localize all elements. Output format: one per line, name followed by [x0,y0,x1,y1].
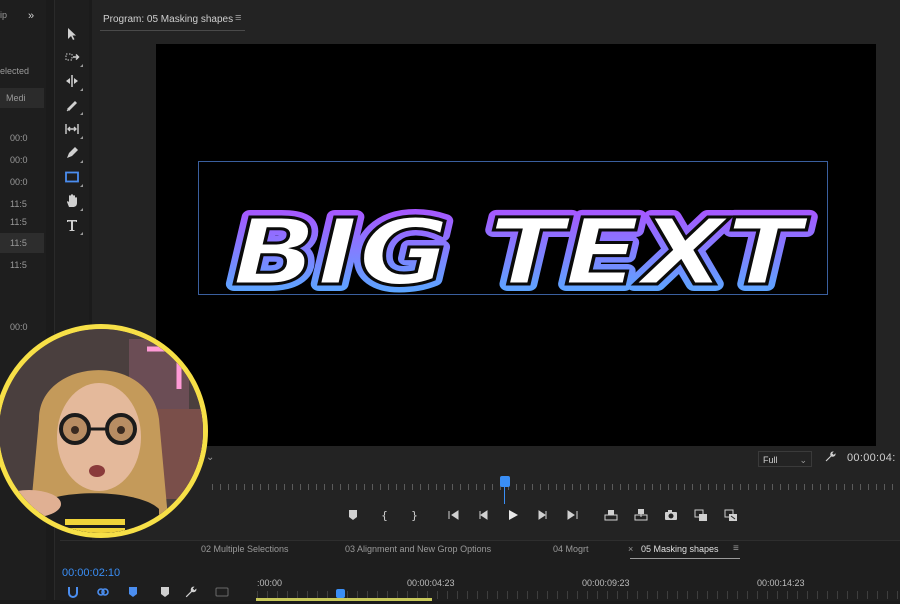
export-frame-button[interactable] [660,504,682,526]
timeline-playhead[interactable] [336,589,345,598]
snap-icon[interactable] [66,585,80,599]
captions-icon[interactable] [215,585,229,599]
playhead-line [504,486,505,504]
program-monitor: Program: 05 Masking shapes ≡ BIG TEXT BI… [92,0,900,540]
list-item[interactable]: 11:5 [0,233,44,253]
resolution-value: Full [763,455,778,465]
track-select-tool-icon[interactable] [61,47,83,67]
go-to-out-button[interactable] [562,504,584,526]
extract-button[interactable] [630,504,652,526]
linked-selection-icon[interactable] [96,585,110,599]
program-monitor-title[interactable]: Program: 05 Masking shapes [103,14,233,25]
razor-tool-icon[interactable] [61,95,83,115]
presenter-webcam [0,324,208,538]
type-tool-icon[interactable] [61,215,83,235]
media-column-header[interactable]: Medi [0,88,44,108]
panel-menu-icon[interactable]: ≡ [235,12,241,24]
playhead-timecode[interactable]: 00:00:04: [847,452,896,464]
go-to-in-button[interactable] [442,504,464,526]
overwrite-button[interactable] [720,504,742,526]
panel-menu-icon[interactable]: ≡ [733,543,739,554]
hand-tool-icon[interactable] [61,191,83,211]
chevron-down-icon: ⌄ [799,455,807,465]
list-item[interactable]: 11:5 [0,212,44,232]
list-item[interactable]: 00:0 [0,150,44,170]
step-forward-button[interactable] [532,504,554,526]
mark-in-button[interactable]: { [374,504,396,526]
selection-bounding-box[interactable] [198,161,828,295]
selection-tool-icon[interactable] [61,24,83,44]
active-tab-underline [630,558,740,559]
close-tab-icon[interactable]: × [628,544,633,554]
selection-count-label: elected [0,66,30,76]
list-item[interactable]: 11:5 [0,194,44,214]
tab-02-multiple-selections[interactable]: 02 Multiple Selections [201,544,289,554]
transport-controls: { } [342,504,762,526]
playhead-handle[interactable] [500,476,510,487]
step-back-button[interactable] [472,504,494,526]
ripple-edit-tool-icon[interactable] [61,71,83,91]
program-scrubber[interactable] [212,476,900,504]
presenter-image [0,329,203,533]
timeline-panel: 02 Multiple Selections 03 Alignment and … [60,540,900,601]
list-item[interactable]: 11:5 [0,255,44,275]
timeline-current-timecode[interactable]: 00:00:02:10 [62,567,120,579]
rectangle-tool-icon[interactable] [61,167,83,187]
lift-button[interactable] [600,504,622,526]
svg-text:}: } [411,509,418,522]
add-marker-button[interactable] [342,504,364,526]
ruler-label: :00:00 [257,578,283,588]
list-item[interactable]: 00:0 [0,172,44,192]
marker-icon[interactable] [158,585,172,599]
project-panel-header[interactable]: ip [0,10,7,20]
add-marker-icon[interactable] [126,585,140,599]
settings-wrench-icon[interactable] [824,450,837,466]
list-item[interactable]: 00:0 [0,128,44,148]
collapse-panels-icon[interactable]: » [28,10,34,22]
video-preview[interactable]: BIG TEXT BIG TEXT [156,44,876,446]
tab-05-masking-shapes[interactable]: 05 Masking shapes [641,544,719,554]
ruler-label: 00:00:09:23 [582,578,630,588]
svg-text:{: { [381,509,388,522]
scrubber-ticks [212,484,900,490]
mark-out-button[interactable]: } [404,504,426,526]
slip-tool-icon[interactable] [61,119,83,139]
insert-button[interactable] [690,504,712,526]
play-button[interactable] [502,504,524,526]
ruler-label: 00:00:14:23 [757,578,805,588]
pen-tool-icon[interactable] [61,143,83,163]
zoom-dropdown-chevron[interactable]: ⌄ [206,452,214,463]
ruler-label: 00:00:04:23 [407,578,455,588]
tab-04-mogrt[interactable]: 04 Mogrt [553,544,589,554]
tab-underline [100,30,245,31]
resolution-select[interactable]: Full ⌄ [758,451,812,467]
timeline-settings-wrench-icon[interactable] [184,585,198,599]
tab-03-alignment[interactable]: 03 Alignment and New Grop Options [345,544,491,554]
